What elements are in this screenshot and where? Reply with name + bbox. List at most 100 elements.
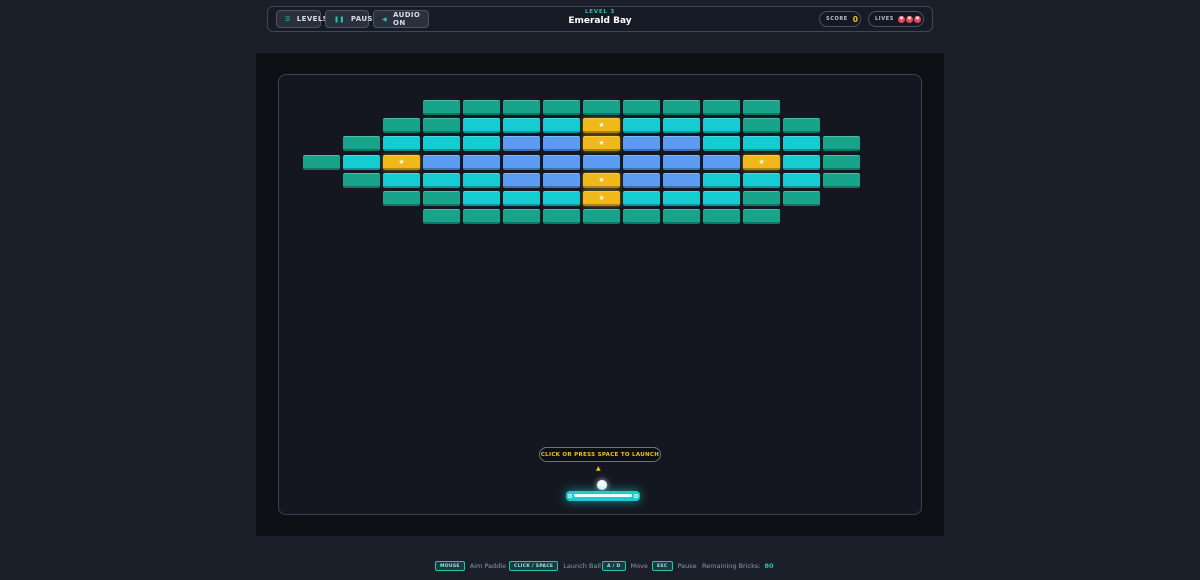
- lives-hearts: ♥ ♥ ♥: [897, 15, 921, 23]
- brick: [783, 118, 820, 134]
- score-value: 0: [852, 14, 859, 24]
- heart-icon: ♥: [905, 15, 913, 23]
- brick: [663, 118, 700, 134]
- brick: [663, 172, 700, 188]
- brick: [543, 191, 580, 206]
- brick: [703, 136, 740, 152]
- brick-powerup: ★: [743, 154, 780, 170]
- brick: [503, 118, 540, 134]
- brick: [623, 154, 660, 170]
- help-text: Pause: [677, 562, 697, 570]
- brick: [503, 209, 540, 225]
- lives-display: LIVES ♥ ♥ ♥: [868, 11, 924, 27]
- brick: [663, 154, 700, 170]
- brick: [823, 136, 860, 152]
- star-icon: ★: [598, 121, 605, 130]
- key-badge: ESC: [652, 561, 673, 571]
- brick: [623, 118, 660, 134]
- heart-icon: ♥: [897, 15, 905, 23]
- brick: [543, 154, 580, 170]
- brick: [703, 172, 740, 188]
- brick: [543, 136, 580, 152]
- brick: [343, 154, 380, 170]
- brick: [823, 154, 860, 170]
- star-icon: ★: [758, 157, 765, 166]
- remaining-value: 80: [764, 562, 774, 570]
- brick: [783, 154, 820, 170]
- star-icon: ★: [598, 194, 605, 202]
- brick: [343, 136, 380, 152]
- paddle-left-cap: [568, 494, 572, 498]
- brick: [663, 136, 700, 152]
- brick: [463, 191, 500, 206]
- remaining-bricks: Remaining Bricks: 80: [702, 562, 773, 570]
- brick: [703, 154, 740, 170]
- brick: [623, 100, 660, 115]
- brick: [463, 136, 500, 152]
- brick: [543, 100, 580, 115]
- ball: [597, 480, 607, 490]
- brick: [503, 191, 540, 206]
- paddle[interactable]: [566, 491, 640, 501]
- brick: [423, 154, 460, 170]
- brick: [743, 136, 780, 152]
- brick: [503, 100, 540, 115]
- brick: [623, 191, 660, 206]
- aim-arrow-icon: ▲: [596, 465, 601, 472]
- help-item-move: A / D Move: [602, 561, 648, 571]
- brick: [383, 191, 420, 206]
- brick: [503, 172, 540, 188]
- brick: [743, 172, 780, 188]
- brick: [383, 136, 420, 152]
- brick: [423, 209, 460, 225]
- brick: [743, 209, 780, 225]
- brick: [623, 136, 660, 152]
- brick: [423, 100, 460, 115]
- remaining-label: Remaining Bricks:: [702, 562, 761, 570]
- brick: [663, 100, 700, 115]
- brick: [423, 118, 460, 134]
- score-label: SCORE: [826, 16, 848, 22]
- brick: [823, 172, 860, 188]
- brick: [663, 209, 700, 225]
- brick: [703, 118, 740, 134]
- brick-powerup: ★: [583, 136, 620, 152]
- brick: [583, 100, 620, 115]
- brick: [423, 191, 460, 206]
- brick: [543, 172, 580, 188]
- brick: [463, 100, 500, 115]
- brick: [783, 136, 820, 152]
- help-item-pause: ESC Pause: [652, 561, 697, 571]
- star-icon: ★: [598, 139, 605, 148]
- brick: [623, 172, 660, 188]
- help-text: Move: [630, 562, 648, 570]
- help-text: Launch Ball: [563, 562, 601, 570]
- help-item-launch: CLICK / SPACE Launch Ball: [509, 561, 601, 571]
- brick: [383, 118, 420, 134]
- brick: [743, 191, 780, 206]
- lives-label: LIVES: [875, 16, 894, 22]
- brick: [463, 118, 500, 134]
- brick: [783, 191, 820, 206]
- key-badge: CLICK / SPACE: [509, 561, 559, 571]
- brick: [743, 100, 780, 115]
- paddle-right-cap: [634, 494, 638, 498]
- brick: [703, 209, 740, 225]
- brick: [303, 154, 340, 170]
- star-icon: ★: [598, 175, 605, 184]
- brick: [463, 172, 500, 188]
- key-badge: MOUSE: [435, 561, 465, 571]
- brick: [423, 136, 460, 152]
- brick: [623, 209, 660, 225]
- brick: [463, 209, 500, 225]
- brick: [503, 154, 540, 170]
- brick-powerup: ★: [583, 118, 620, 134]
- brick: [703, 100, 740, 115]
- brick: [343, 172, 380, 188]
- brick: [663, 191, 700, 206]
- controls-help: MOUSE Aim Paddle CLICK / SPACE Launch Ba…: [0, 561, 1200, 571]
- game-hud: ☰ LEVELS ❚❚ PAUSE ◀ AUDIO ON LEVEL 3 Eme…: [267, 6, 933, 32]
- brick: [383, 172, 420, 188]
- brick: [543, 118, 580, 134]
- brick: [463, 154, 500, 170]
